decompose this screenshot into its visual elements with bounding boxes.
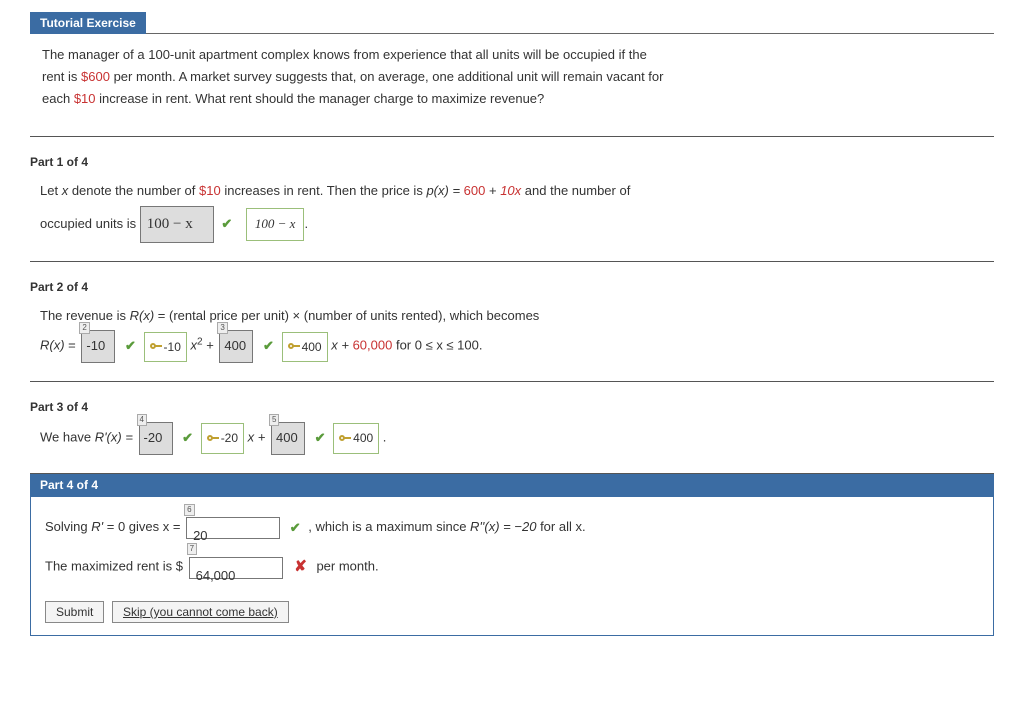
p1-t2: denote the number of: [72, 183, 199, 198]
p4-l1a: Solving: [45, 519, 91, 534]
key-3-val: 400: [302, 340, 322, 354]
problem-line1: The manager of a 100-unit apartment comp…: [42, 47, 647, 62]
divider: [30, 261, 994, 262]
p4-rp: R': [91, 519, 106, 534]
part1-answer[interactable]: 100 − x: [140, 206, 214, 243]
key-icon: [207, 433, 219, 445]
part2-body: The revenue is R(x) = (rental price per …: [40, 302, 994, 363]
problem-line3b: increase in rent. What rent should the m…: [99, 91, 544, 106]
blank-4-tag: 4: [137, 414, 147, 426]
key-icon: [339, 433, 351, 445]
var-x: x: [62, 183, 69, 198]
p1-plus: +: [489, 183, 500, 198]
p3-t1: We have: [40, 430, 95, 445]
p2-xplus: x +: [331, 338, 352, 353]
part3-body: We have R'(x) = 4 -20 ✔ -20 x + 5 400 ✔ …: [40, 422, 994, 455]
p1-t1: Let: [40, 183, 62, 198]
p2-eq: =: [68, 338, 79, 353]
skip-button[interactable]: Skip (you cannot come back): [112, 601, 289, 623]
blank-5-value: 400: [271, 422, 305, 455]
divider: [30, 381, 994, 382]
p1-t5: occupied units is: [40, 216, 140, 231]
check-icon: ✔: [263, 338, 274, 353]
check-icon: ✔: [182, 430, 193, 445]
part4-box: Solving R' = 0 gives x = 6 20 ✔ , which …: [30, 496, 994, 636]
blank-2[interactable]: 2 -10: [81, 330, 115, 363]
part1-label: Part 1 of 4: [30, 155, 994, 169]
p4-rpp: R''(x) = −20: [470, 519, 536, 534]
p2-plus: +: [206, 338, 217, 353]
blank-3-tag: 3: [217, 322, 227, 334]
blank-6-input[interactable]: 20: [186, 517, 280, 539]
cross-icon: ✘: [294, 558, 307, 575]
problem-line2a: rent is: [42, 69, 81, 84]
p2-dom: for 0 ≤ x ≤ 100.: [396, 338, 483, 353]
key-icon: [288, 341, 300, 353]
key-4: -20: [201, 423, 244, 453]
check-icon: ✔: [221, 216, 232, 231]
p2-t1: The revenue is: [40, 308, 130, 323]
key-icon: [150, 341, 162, 353]
key-4-val: -20: [221, 431, 238, 445]
blank-6[interactable]: 6 20: [186, 512, 280, 543]
p1-t4: and the number of: [525, 183, 631, 198]
p1-10x: 10x: [500, 183, 521, 198]
part1-body: Let x denote the number of $10 increases…: [40, 177, 994, 243]
problem-line2b: per month. A market survey suggests that…: [114, 69, 664, 84]
tutorial-header: Tutorial Exercise: [30, 12, 146, 34]
blank-3-value: 400: [219, 330, 253, 363]
p2-sq: 2: [197, 337, 203, 348]
key-5-val: 400: [353, 431, 373, 445]
p1-d10: $10: [199, 183, 221, 198]
submit-button[interactable]: Submit: [45, 601, 104, 623]
divider: [30, 136, 994, 137]
key-2: -10: [144, 332, 187, 362]
blank-3[interactable]: 3 400: [219, 330, 253, 363]
p3-xplus: x +: [248, 430, 269, 445]
check-icon: ✔: [125, 338, 136, 353]
rent-amount: $600: [81, 69, 110, 84]
key-2-val: -10: [164, 340, 181, 354]
p1-fb: 100 − x: [255, 216, 296, 231]
part2-label: Part 2 of 4: [30, 280, 994, 294]
p1-600: 600: [464, 183, 486, 198]
check-icon: ✔: [315, 430, 326, 445]
p2-rx2: R(x): [40, 338, 65, 353]
p4-l2b: per month.: [316, 558, 378, 573]
p2-rx: R(x): [130, 308, 155, 323]
blank-7[interactable]: 7 64,000: [189, 551, 283, 582]
blank-4-value: -20: [139, 422, 173, 455]
p1-px: p(x) =: [426, 183, 463, 198]
part1-feedback: 100 − x: [246, 208, 305, 241]
blank-5-tag: 5: [269, 414, 279, 426]
check-icon: ✔: [290, 520, 301, 535]
problem-statement: The manager of a 100-unit apartment comp…: [42, 44, 994, 110]
key-3: 400: [282, 332, 328, 362]
period: .: [304, 216, 308, 231]
part3-label: Part 3 of 4: [30, 400, 994, 414]
blank-2-value: -10: [81, 330, 115, 363]
p1-t3: increases in rent. Then the price is: [224, 183, 426, 198]
tutorial-header-row: Tutorial Exercise: [30, 12, 994, 34]
p4-l1c: , which is a maximum since: [308, 519, 470, 534]
increment-amount: $10: [74, 91, 96, 106]
p4-l1d: for all x.: [540, 519, 586, 534]
p4-l2a: The maximized rent is $: [45, 558, 187, 573]
blank-6-tag: 6: [184, 504, 194, 516]
blank-5[interactable]: 5 400: [271, 422, 305, 455]
problem-line3a: each: [42, 91, 74, 106]
blank-7-tag: 7: [187, 543, 197, 555]
blank-2-tag: 2: [79, 322, 89, 334]
blank-4[interactable]: 4 -20: [139, 422, 173, 455]
p3-dot: .: [383, 430, 387, 445]
p4-l1b: = 0 gives x =: [107, 519, 184, 534]
part4-header: Part 4 of 4: [30, 474, 994, 496]
blank-7-input[interactable]: 64,000: [189, 557, 283, 579]
key-5: 400: [333, 423, 379, 453]
p2-t2: = (rental price per unit) × (number of u…: [158, 308, 540, 323]
p3-rpx: R'(x) =: [95, 430, 137, 445]
p2-60k: 60,000: [353, 338, 393, 353]
